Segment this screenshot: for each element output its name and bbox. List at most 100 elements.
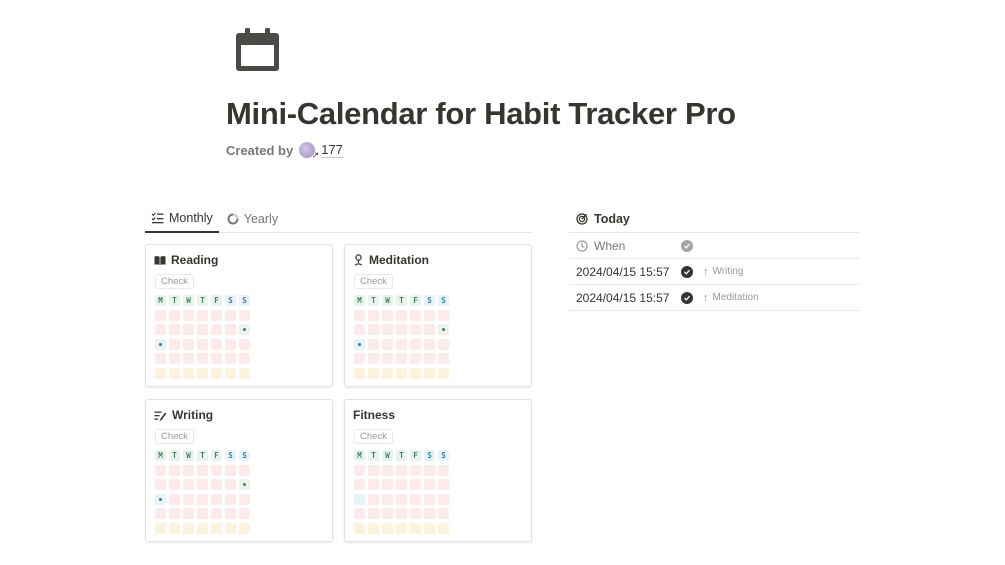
day-cell[interactable] (396, 353, 407, 364)
day-cell[interactable] (410, 309, 421, 321)
day-cell[interactable] (183, 367, 194, 379)
day-cell[interactable] (354, 367, 365, 379)
day-cell[interactable] (396, 309, 407, 321)
day-cell[interactable] (239, 522, 250, 534)
day-cell[interactable] (225, 309, 236, 321)
day-cell-today[interactable] (155, 338, 166, 350)
day-cell[interactable] (211, 464, 222, 476)
day-cell[interactable] (396, 508, 407, 519)
day-cell[interactable] (396, 367, 407, 379)
day-cell[interactable] (239, 309, 250, 321)
table-row[interactable]: 2024/04/15 15:57 ↑ Meditation (569, 285, 860, 311)
day-cell[interactable] (396, 522, 407, 534)
day-cell[interactable] (438, 522, 449, 534)
day-cell[interactable] (396, 464, 407, 476)
day-cell[interactable] (410, 338, 421, 350)
relation-cell[interactable]: ↑ Writing (697, 266, 743, 278)
day-cell[interactable] (410, 464, 421, 476)
day-cell[interactable] (197, 367, 208, 379)
day-cell[interactable] (183, 309, 194, 321)
relation-link[interactable]: Writing (713, 266, 744, 277)
day-cell[interactable] (197, 522, 208, 534)
day-cell[interactable] (183, 464, 194, 476)
day-cell[interactable] (424, 367, 435, 379)
day-cell[interactable] (438, 493, 449, 505)
day-cell[interactable] (197, 324, 208, 335)
day-cell[interactable] (183, 522, 194, 534)
day-cell[interactable] (225, 479, 236, 490)
day-cell[interactable] (239, 508, 250, 519)
day-cell[interactable] (155, 324, 166, 335)
day-cell[interactable] (197, 309, 208, 321)
day-cell[interactable] (410, 367, 421, 379)
day-cell-today[interactable] (354, 338, 365, 350)
day-cell[interactable] (368, 464, 379, 476)
day-cell[interactable] (410, 522, 421, 534)
day-cell[interactable] (410, 479, 421, 490)
day-cell[interactable] (169, 309, 180, 321)
day-cell[interactable] (368, 338, 379, 350)
day-cell[interactable] (155, 522, 166, 534)
day-cell[interactable] (424, 479, 435, 490)
day-cell[interactable] (424, 493, 435, 505)
day-cell[interactable] (368, 522, 379, 534)
day-cell[interactable] (169, 508, 180, 519)
day-cell[interactable] (197, 353, 208, 364)
today-header[interactable]: Today (569, 205, 860, 233)
day-cell[interactable] (396, 479, 407, 490)
habit-card-fitness[interactable]: Fitness Check MTWTFSS (344, 399, 532, 542)
day-cell[interactable] (225, 338, 236, 350)
day-cell[interactable] (354, 353, 365, 364)
day-cell[interactable] (183, 493, 194, 505)
creator-link[interactable]: 177 (321, 142, 343, 158)
day-cell[interactable] (197, 479, 208, 490)
day-cell[interactable] (438, 353, 449, 364)
day-cell[interactable] (239, 493, 250, 505)
check-button[interactable]: Check (155, 429, 194, 444)
day-cell[interactable] (382, 479, 393, 490)
avatar[interactable]: ↗ (299, 142, 319, 160)
day-cell[interactable] (368, 367, 379, 379)
tab-yearly[interactable]: Yearly (221, 205, 284, 233)
day-cell[interactable] (155, 508, 166, 519)
day-cell[interactable] (155, 479, 166, 490)
day-cell[interactable] (239, 338, 250, 350)
day-cell[interactable] (438, 309, 449, 321)
day-cell[interactable] (382, 309, 393, 321)
day-cell[interactable] (211, 479, 222, 490)
day-cell[interactable] (382, 338, 393, 350)
day-cell[interactable] (239, 353, 250, 364)
check-icon[interactable] (681, 291, 693, 304)
relation-cell[interactable]: ↑ Meditation (697, 292, 759, 304)
day-cell[interactable] (225, 464, 236, 476)
day-cell[interactable] (424, 338, 435, 350)
day-cell[interactable] (211, 522, 222, 534)
day-cell[interactable] (382, 522, 393, 534)
day-cell[interactable] (211, 493, 222, 505)
day-cell[interactable] (183, 479, 194, 490)
day-cell[interactable] (155, 367, 166, 379)
day-cell[interactable] (410, 508, 421, 519)
day-cell[interactable] (354, 309, 365, 321)
day-cell[interactable] (382, 353, 393, 364)
day-cell[interactable] (368, 353, 379, 364)
day-cell[interactable] (438, 367, 449, 379)
day-cell[interactable] (169, 338, 180, 350)
day-cell[interactable] (183, 508, 194, 519)
day-cell[interactable] (382, 508, 393, 519)
day-cell[interactable] (368, 324, 379, 335)
day-cell[interactable] (169, 367, 180, 379)
day-cell[interactable] (155, 464, 166, 476)
day-cell[interactable] (225, 493, 236, 505)
day-cell[interactable] (183, 324, 194, 335)
day-cell[interactable] (410, 493, 421, 505)
day-cell[interactable] (197, 464, 208, 476)
day-cell-done[interactable] (239, 324, 250, 335)
relation-link[interactable]: Meditation (713, 292, 759, 303)
day-cell[interactable] (169, 479, 180, 490)
day-cell[interactable] (225, 353, 236, 364)
day-cell[interactable] (424, 464, 435, 476)
habit-card-reading[interactable]: Reading Check MTWTFSS (145, 244, 333, 387)
day-cell[interactable] (211, 353, 222, 364)
day-cell[interactable] (354, 479, 365, 490)
